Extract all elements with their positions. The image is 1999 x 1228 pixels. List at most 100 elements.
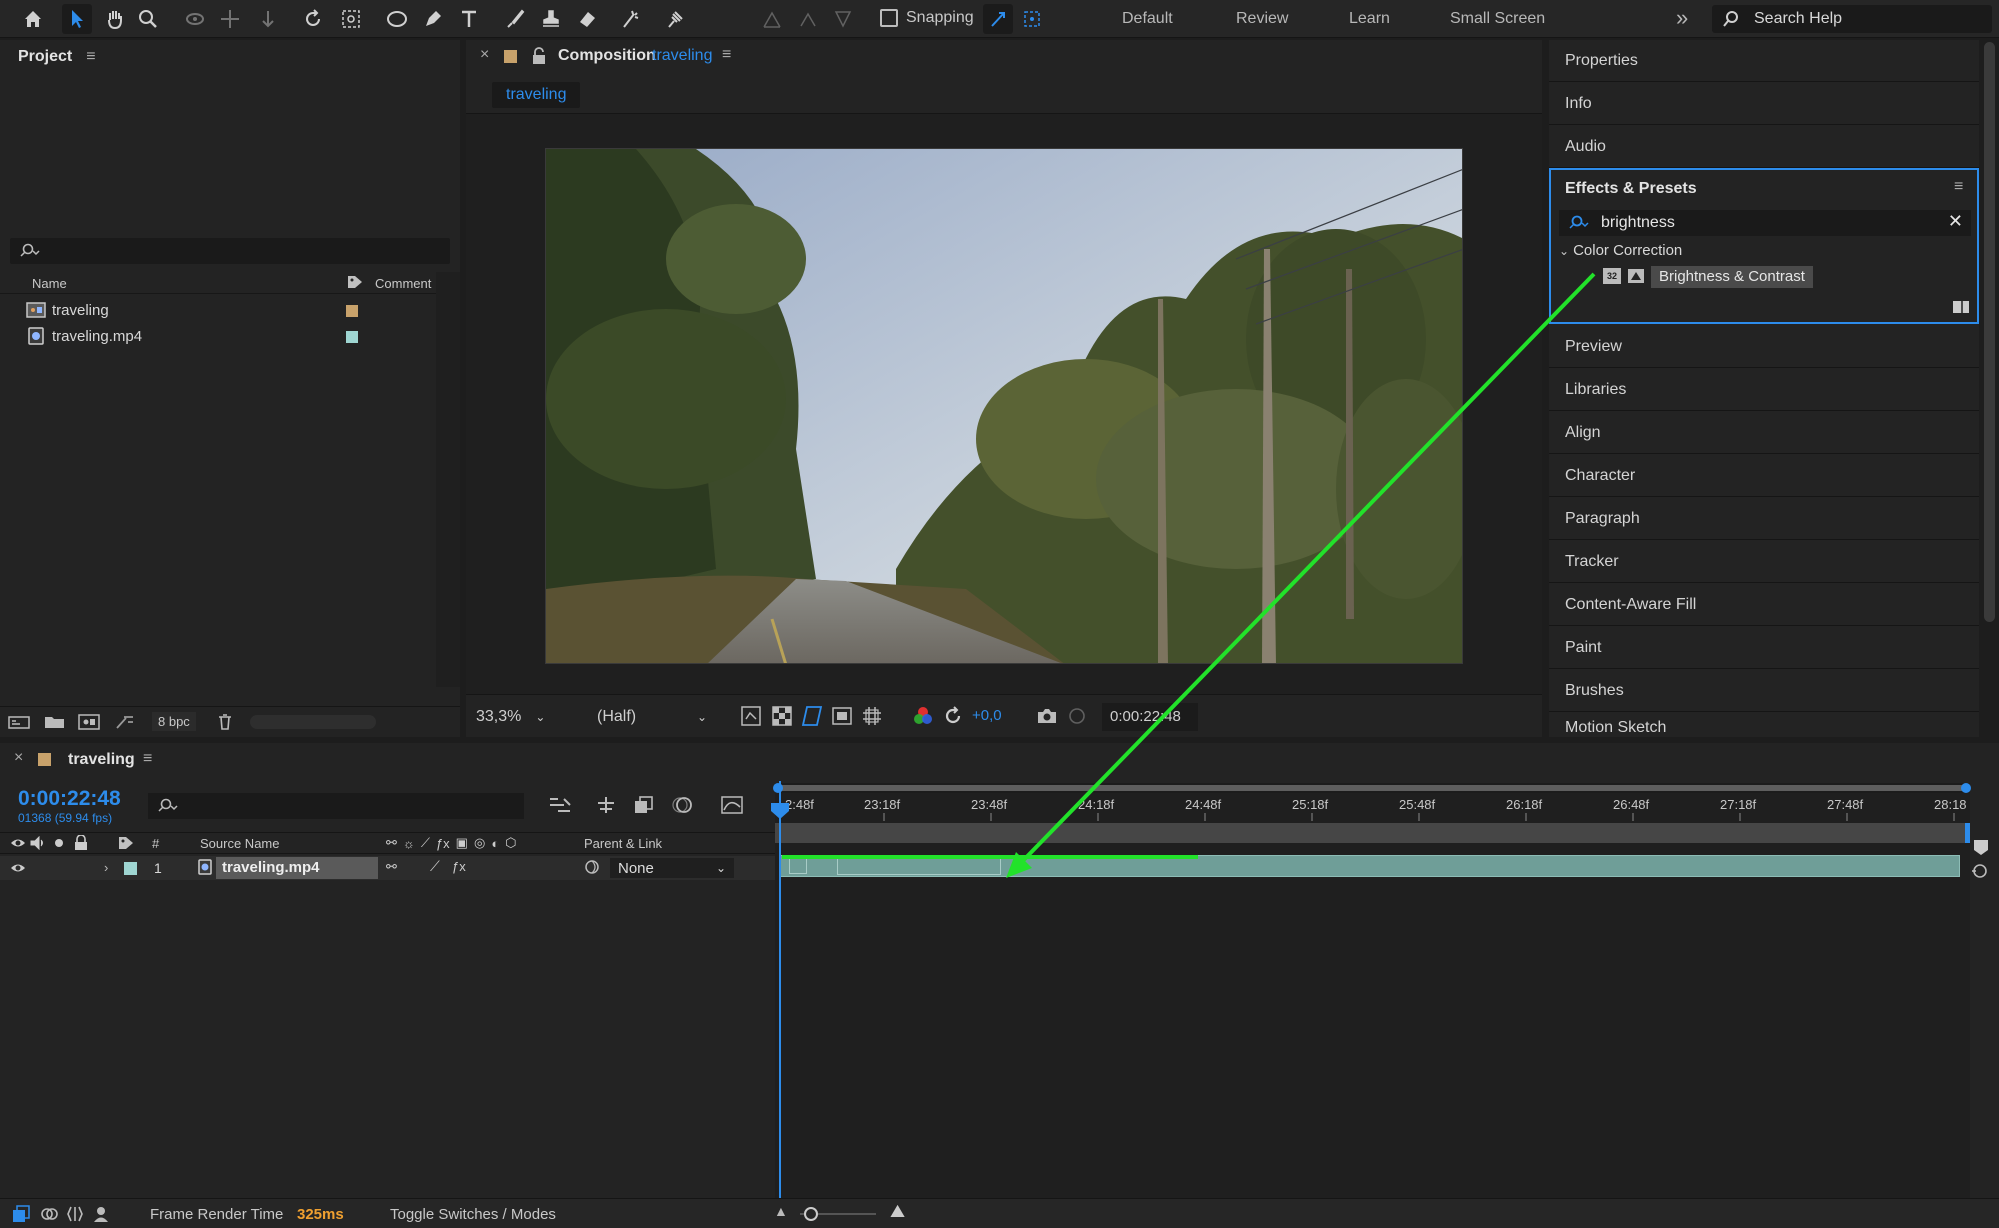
interpret-footage-icon[interactable] (8, 714, 30, 734)
lock-icon[interactable] (532, 47, 546, 69)
comment-column-header[interactable]: Comment (375, 276, 431, 291)
project-settings-icon[interactable] (114, 714, 136, 734)
collapse-switch-icon[interactable]: ☼ (403, 836, 415, 851)
region-of-interest-icon[interactable] (801, 705, 823, 731)
transparency-grid-icon[interactable] (771, 705, 793, 731)
trash-icon[interactable] (216, 713, 234, 735)
pen-tool-icon[interactable] (418, 4, 448, 34)
pan-camera-icon[interactable] (215, 4, 245, 34)
render-time-pane-icon[interactable] (92, 1205, 110, 1227)
rotation-tool-icon[interactable] (298, 4, 328, 34)
panel-libraries[interactable]: Libraries (1549, 369, 1979, 411)
hand-tool-icon[interactable] (100, 4, 130, 34)
zoom-in-icon[interactable]: ⛰ (890, 1201, 905, 1222)
shy-switch-icon[interactable]: ⚯ (386, 835, 397, 851)
project-search-input[interactable] (10, 238, 450, 264)
close-panel-icon[interactable]: × (14, 749, 23, 767)
workspace-small-screen[interactable]: Small Screen (1450, 10, 1545, 28)
time-ruler[interactable]: 2:48f 23:18f 23:48f 24:18f 24:48f 25:18f… (775, 793, 1970, 821)
show-channel-icon[interactable] (912, 705, 934, 731)
panel-audio[interactable]: Audio (1549, 126, 1979, 168)
work-area-range[interactable] (777, 785, 1965, 791)
resolution-dropdown[interactable]: (Half) ⌄ (597, 705, 707, 729)
selection-tool-icon[interactable] (62, 4, 92, 34)
toggle-switches-modes-button[interactable]: Toggle Switches / Modes (390, 1206, 556, 1223)
panel-align[interactable]: Align (1549, 412, 1979, 454)
type-tool-icon[interactable] (454, 4, 484, 34)
zoom-slider-thumb[interactable] (804, 1207, 818, 1221)
zoom-tool-icon[interactable] (133, 4, 163, 34)
show-snapshot-icon[interactable] (1066, 705, 1088, 731)
more-workspaces-icon[interactable]: » (1676, 5, 1688, 31)
adjustment-switch-icon[interactable]: ◐ (491, 836, 499, 851)
close-panel-icon[interactable]: × (480, 46, 489, 64)
effects-search-input[interactable]: brightness ✕ (1559, 210, 1971, 236)
transfer-controls-icon[interactable] (40, 1205, 58, 1227)
search-help-field[interactable]: Search Help (1712, 5, 1992, 33)
timeline-panel-menu-icon[interactable]: ≡ (143, 750, 152, 768)
effects-presets-title[interactable]: Effects & Presets (1565, 180, 1697, 198)
orbit-camera-icon[interactable] (180, 4, 210, 34)
shy-switch-icon[interactable]: ⚯ (386, 859, 397, 875)
puppet-pin-tool-icon[interactable] (660, 4, 690, 34)
clone-stamp-tool-icon[interactable] (536, 4, 566, 34)
layer-label-color[interactable] (124, 862, 137, 875)
panel-tracker[interactable]: Tracker (1549, 541, 1979, 583)
timeline-zoom-slider[interactable] (800, 1207, 876, 1221)
frame-blending-icon[interactable] (632, 795, 656, 819)
panel-character[interactable]: Character (1549, 455, 1979, 497)
new-composition-icon[interactable] (78, 714, 100, 734)
brush-tool-icon[interactable] (500, 4, 530, 34)
parent-dropdown[interactable]: None ⌄ (610, 858, 734, 878)
world-axis-icon[interactable] (793, 4, 823, 34)
panel-properties[interactable]: Properties (1549, 40, 1979, 82)
label-color-swatch[interactable] (346, 305, 358, 317)
video-visibility-icon[interactable] (10, 861, 26, 879)
workspace-default[interactable]: Default (1122, 10, 1173, 28)
quality-switch-icon[interactable]: ⟋ (421, 835, 430, 851)
timeline-search-input[interactable] (148, 793, 524, 819)
panel-motion-sketch[interactable]: Motion Sketch (1549, 713, 1979, 737)
snapping-checkbox[interactable] (880, 9, 898, 27)
quality-switch-icon[interactable]: ⟋ (430, 858, 440, 875)
grid-guides-icon[interactable] (861, 705, 883, 731)
draft-3d-icon[interactable] (594, 795, 618, 819)
project-panel-title[interactable]: Project (18, 48, 72, 66)
comp-marker-bin-icon[interactable] (1972, 838, 1990, 860)
comp-flowchart-tab[interactable]: traveling (492, 82, 581, 108)
project-panel-menu-icon[interactable]: ≡ (86, 48, 95, 66)
exposure-value[interactable]: +0,0 (972, 707, 1002, 724)
bit-depth-button[interactable]: 8 bpc (152, 712, 196, 731)
pick-whip-icon[interactable] (584, 859, 600, 879)
3d-layer-switch-icon[interactable]: ⬡ (505, 835, 516, 851)
parent-link-header[interactable]: Parent & Link (584, 836, 662, 851)
current-time-indicator[interactable] (779, 781, 781, 1198)
effect-item-brightness-contrast[interactable]: 32 Brightness & Contrast (1603, 266, 1967, 288)
fast-previews-icon[interactable] (740, 705, 762, 731)
project-scrollbar[interactable] (436, 272, 460, 687)
view-axis-icon[interactable] (828, 4, 858, 34)
label-column-icon[interactable] (346, 274, 364, 293)
home-icon[interactable] (18, 4, 48, 34)
zoom-out-icon[interactable]: ▲ (774, 1203, 788, 1219)
chevron-right-icon[interactable]: › (104, 860, 108, 875)
in-out-panes-icon[interactable] (66, 1205, 84, 1227)
project-item-traveling-mp4[interactable]: traveling.mp4 (0, 324, 436, 348)
viewer-timecode[interactable]: 0:00:22:48 (1102, 703, 1198, 731)
panel-paragraph[interactable]: Paragraph (1549, 498, 1979, 540)
layer-number-header[interactable]: # (152, 836, 159, 851)
snap-features-icon[interactable] (1017, 4, 1047, 34)
anchor-point-tool-icon[interactable] (336, 4, 366, 34)
workspace-learn[interactable]: Learn (1349, 10, 1390, 28)
frame-blend-switch-icon[interactable]: ▣ (456, 835, 468, 851)
dolly-camera-icon[interactable] (253, 4, 283, 34)
effect-switch-icon[interactable]: ƒx (436, 836, 450, 851)
clear-search-icon[interactable]: ✕ (1948, 211, 1963, 232)
composition-tab-name[interactable]: traveling (652, 47, 712, 65)
name-column-header[interactable]: Name (32, 276, 67, 291)
timeline-tab-name[interactable]: traveling (68, 751, 135, 769)
motion-blur-icon[interactable] (670, 795, 694, 819)
scrollbar-thumb[interactable] (1984, 42, 1995, 622)
layer-lock-toggle-icon[interactable] (1970, 861, 1990, 885)
thumbnail-size-slider[interactable] (250, 715, 376, 729)
